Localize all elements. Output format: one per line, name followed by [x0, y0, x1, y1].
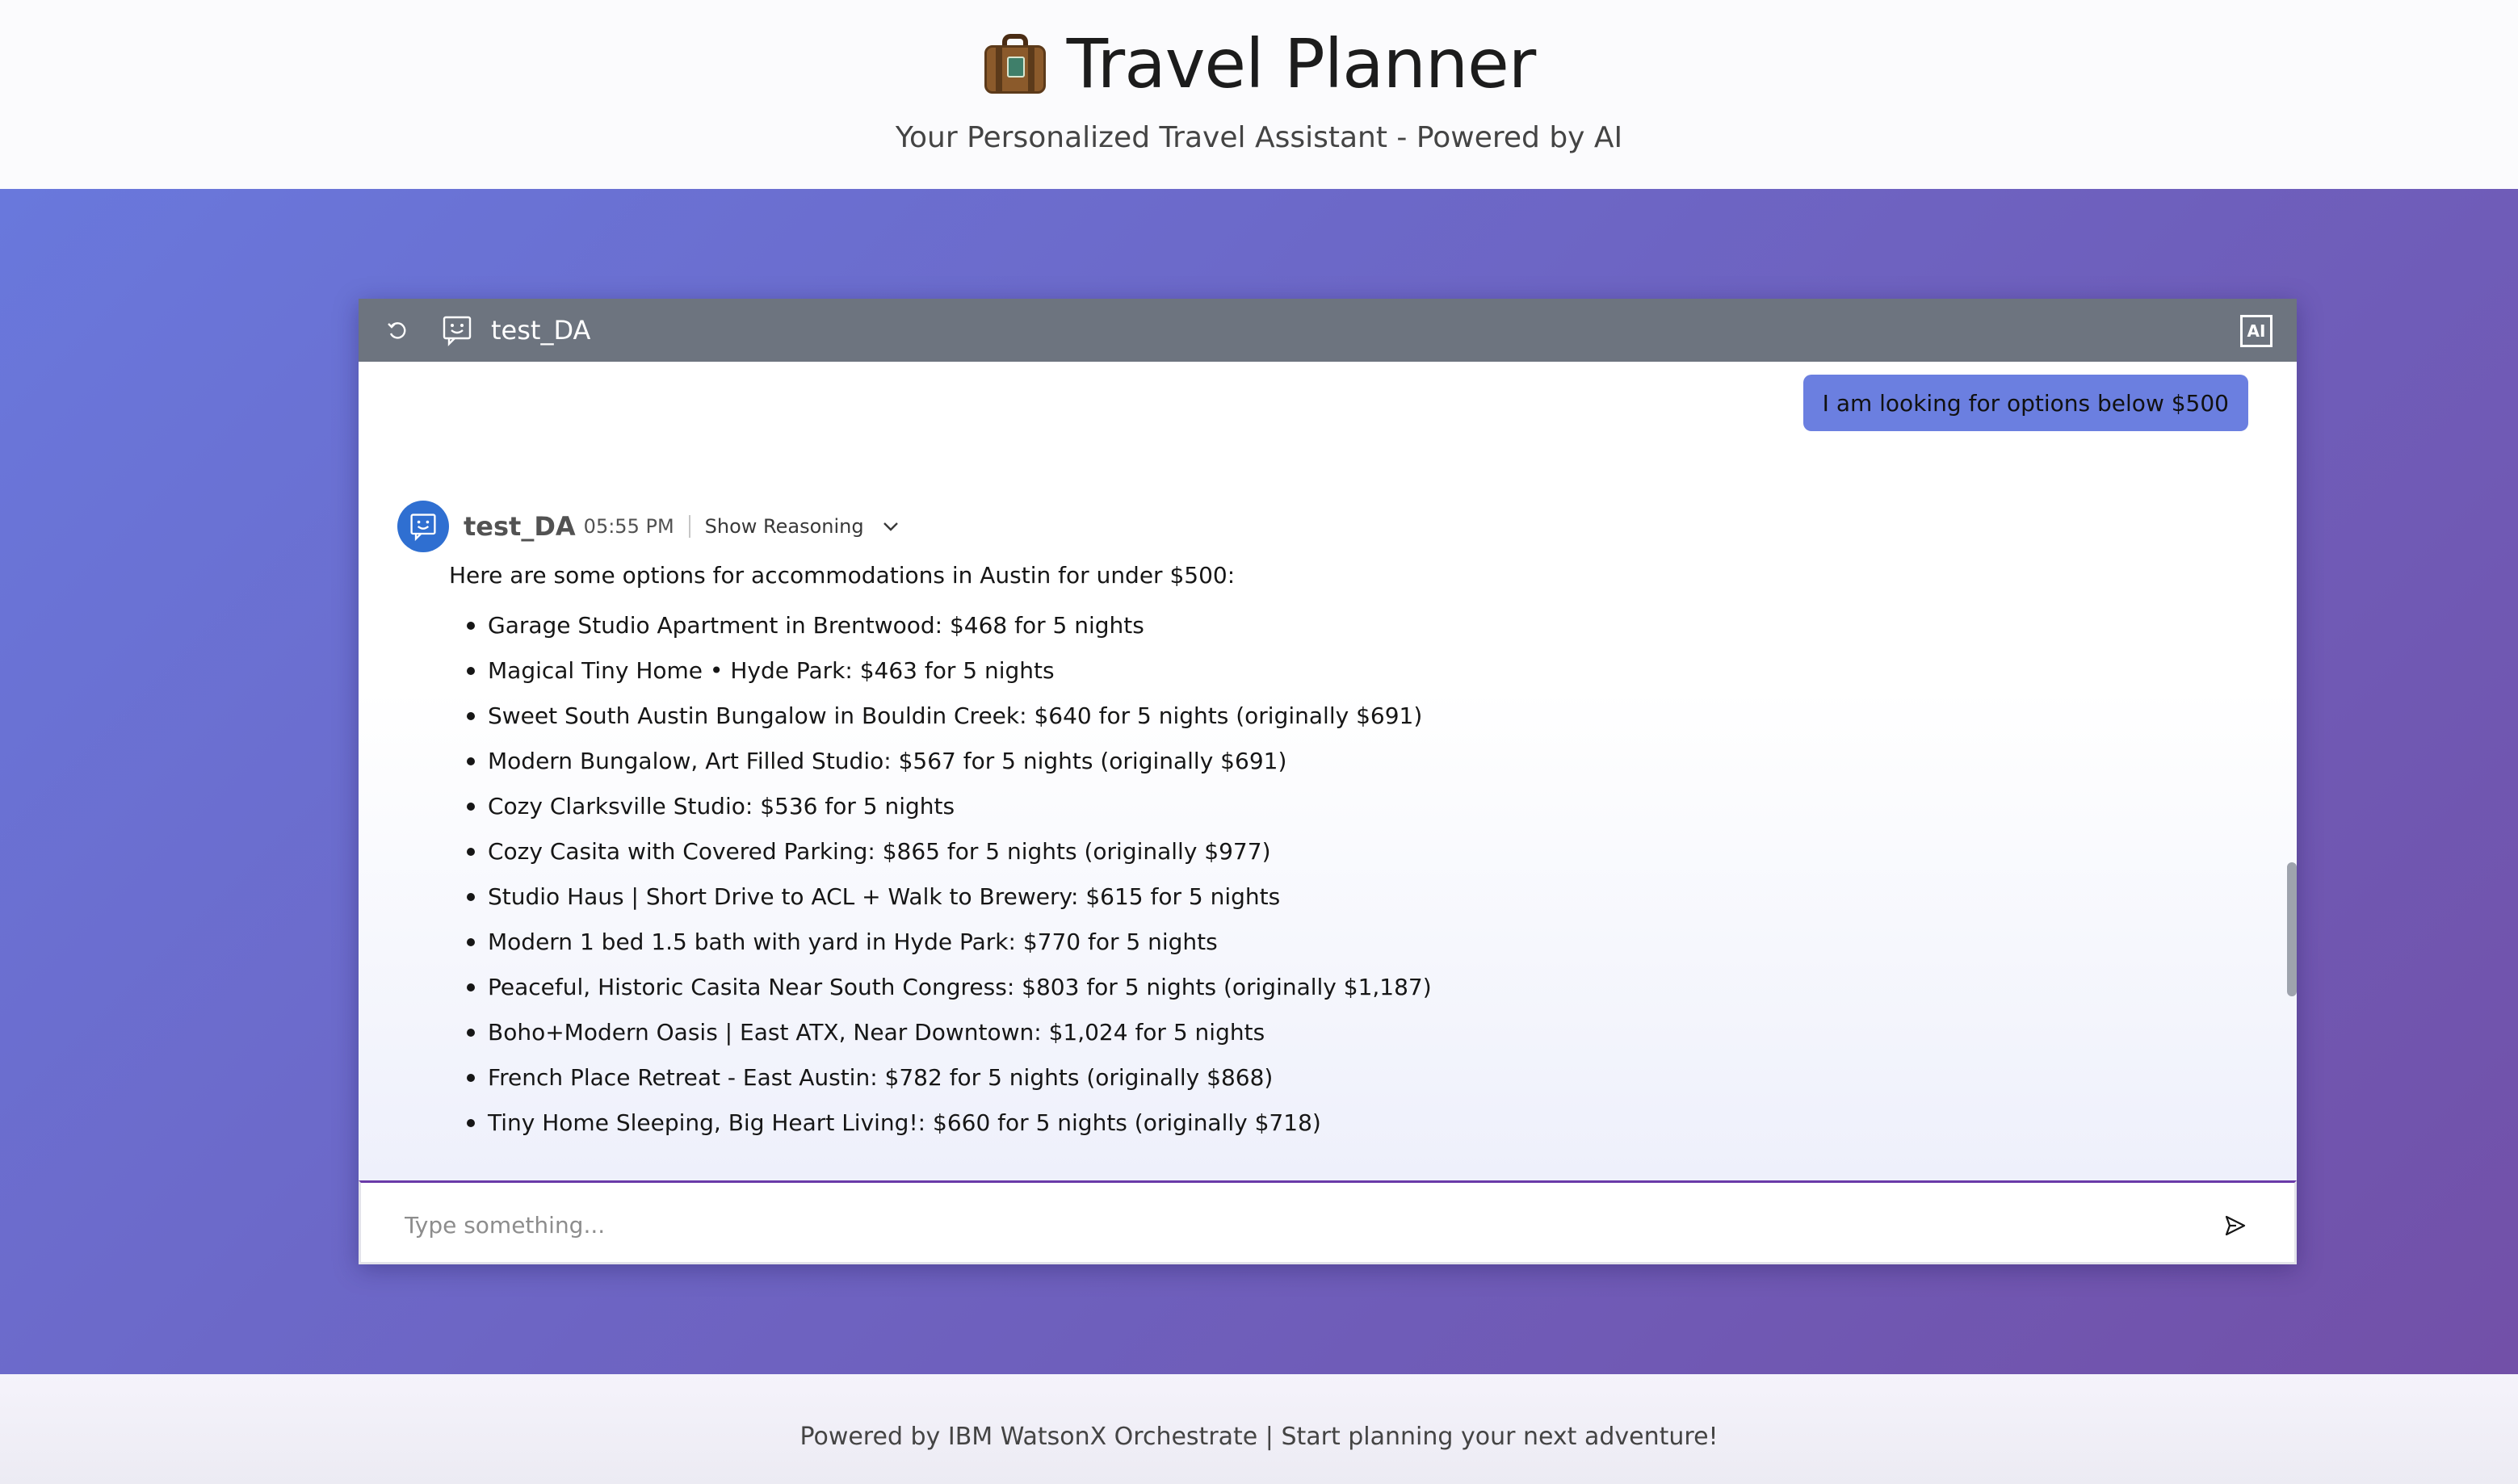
- suitcase-icon: [983, 32, 1047, 95]
- page-title: Travel Planner: [1066, 24, 1537, 103]
- show-reasoning-toggle[interactable]: Show Reasoning: [705, 515, 864, 538]
- list-item: Cozy Clarksville Studio: $536 for 5 nigh…: [449, 783, 1432, 828]
- agent-chat-icon: [438, 311, 476, 350]
- page-header: Travel Planner Your Personalized Travel …: [0, 0, 2518, 189]
- list-item: Studio Haus | Short Drive to ACL + Walk …: [449, 874, 1432, 919]
- ai-badge[interactable]: AI: [2240, 315, 2272, 347]
- list-item: French Place Retreat - East Austin: $782…: [449, 1054, 1432, 1100]
- list-item: Peaceful, Historic Casita Near South Con…: [449, 964, 1432, 1009]
- bot-name: test_DA: [464, 511, 576, 542]
- chevron-down-icon[interactable]: [882, 518, 900, 535]
- message-timestamp: 05:55 PM: [583, 515, 674, 538]
- scrollbar-thumb[interactable]: [2287, 862, 2297, 996]
- footer-text: Powered by IBM WatsonX Orchestrate | Sta…: [799, 1423, 1719, 1451]
- message-composer: [359, 1180, 2297, 1264]
- send-button[interactable]: [2222, 1212, 2249, 1239]
- header-divider: [688, 515, 690, 538]
- restart-icon[interactable]: [378, 311, 417, 350]
- agent-title: test_DA: [491, 315, 591, 346]
- list-item: Cozy Casita with Covered Parking: $865 f…: [449, 828, 1432, 874]
- list-item: Modern Bungalow, Art Filled Studio: $567…: [449, 738, 1432, 783]
- message-input[interactable]: [405, 1205, 2181, 1244]
- send-icon: [2225, 1215, 2246, 1236]
- page-subtitle: Your Personalized Travel Assistant - Pow…: [895, 121, 1623, 154]
- bot-message-header: test_DA 05:55 PM Show Reasoning: [397, 501, 900, 552]
- user-message-bubble: I am looking for options below $500: [1802, 375, 2248, 431]
- chat-header-bar: test_DA AI: [359, 299, 2297, 362]
- accommodation-list: Garage Studio Apartment in Brentwood: $4…: [449, 602, 1432, 1145]
- bot-chat-icon: [410, 514, 436, 541]
- list-item: Modern 1 bed 1.5 bath with yard in Hyde …: [449, 919, 1432, 964]
- list-item: Tiny Home Sleeping, Big Heart Living!: $…: [449, 1100, 1432, 1145]
- chat-window: test_DA AI I am looking for options belo…: [359, 299, 2297, 1264]
- page-footer: Powered by IBM WatsonX Orchestrate | Sta…: [0, 1374, 2518, 1484]
- list-item: Sweet South Austin Bungalow in Bouldin C…: [449, 693, 1432, 738]
- list-item: Magical Tiny Home • Hyde Park: $463 for …: [449, 648, 1432, 693]
- list-item: Garage Studio Apartment in Brentwood: $4…: [449, 602, 1432, 648]
- header-title-row: Travel Planner: [0, 24, 2518, 103]
- list-item: Boho+Modern Oasis | East ATX, Near Downt…: [449, 1009, 1432, 1054]
- bot-avatar: [397, 501, 449, 552]
- message-list[interactable]: I am looking for options below $500 test…: [359, 362, 2297, 1180]
- bot-intro-text: Here are some options for accommodations…: [449, 562, 1236, 589]
